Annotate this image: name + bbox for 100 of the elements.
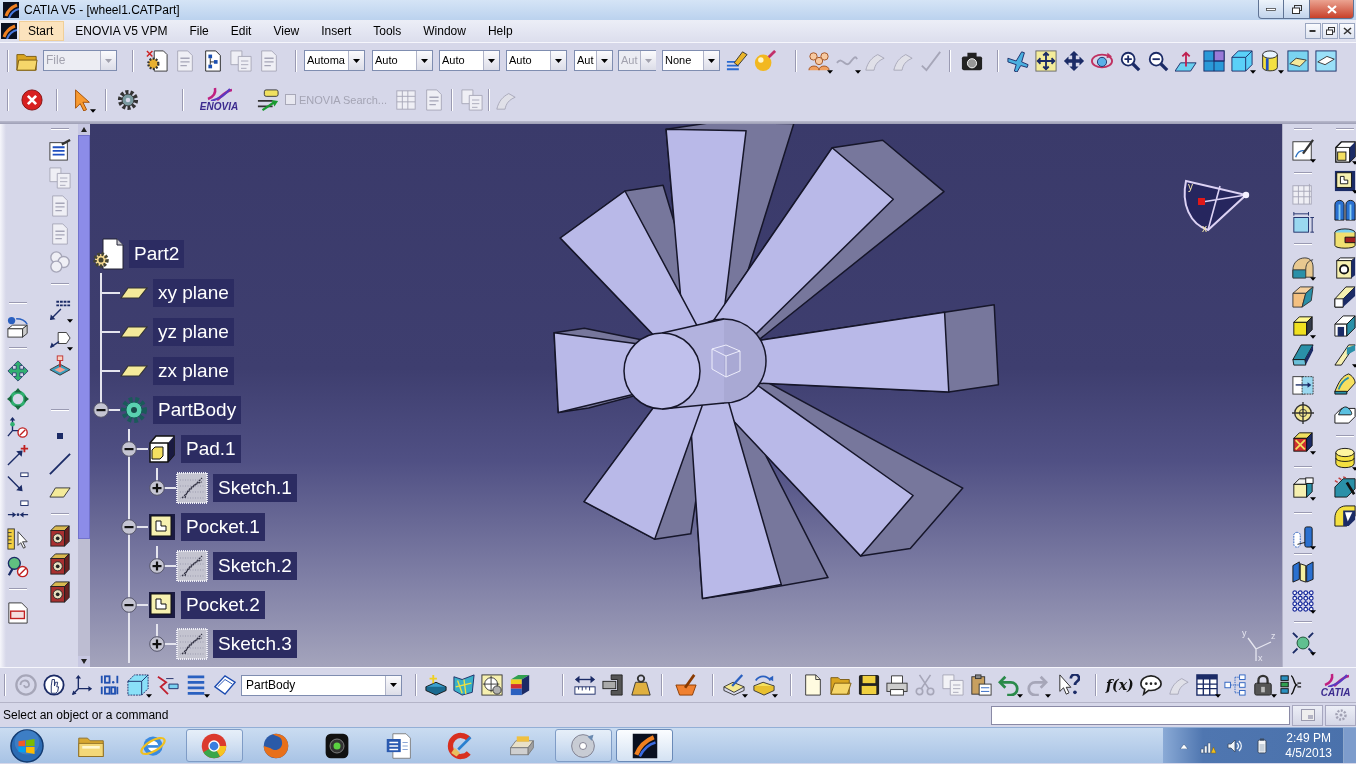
restore-button[interactable] [1322,23,1338,39]
plane-icon[interactable] [49,486,71,498]
line-icon[interactable] [49,453,71,475]
tree-item[interactable]: yz plane [153,317,234,346]
open-folder-icon[interactable] [830,674,852,696]
speech-bubble-icon[interactable] [1139,674,1162,696]
scroll-thumb[interactable] [78,135,90,539]
textured-solid-icon[interactable] [1334,475,1356,498]
rotate-box-icon[interactable] [7,316,29,338]
tree-item[interactable]: Sketch.3 [213,629,297,658]
pencil-page-icon[interactable] [1292,138,1314,161]
cylinders-icon[interactable] [1292,525,1314,548]
surface-icon[interactable] [453,674,475,696]
axis-icon[interactable] [7,416,29,438]
panels-icon[interactable] [1292,560,1314,583]
layers-icon[interactable] [1287,49,1309,72]
zigzag-arrow-icon[interactable] [157,674,179,696]
tree-item[interactable]: Part2 [129,239,185,268]
collapse-icon[interactable] [93,401,109,418]
menu-item[interactable]: File [180,21,220,41]
dimension-square-icon[interactable] [1292,211,1314,234]
x-box-icon[interactable] [1292,430,1314,453]
lens-box-icon[interactable] [49,525,71,547]
ramp-icon[interactable] [1334,285,1356,308]
channel-icon[interactable] [1334,314,1356,337]
dot-grid-icon[interactable] [1292,589,1314,612]
lens-box-icon[interactable] [49,581,71,603]
stacked-bars-icon[interactable] [509,674,531,696]
table-icon[interactable] [1195,674,1218,696]
cube-icon[interactable] [1231,49,1253,72]
magnifier-icon[interactable] [7,556,29,578]
rhombus-icon[interactable] [214,674,236,696]
menu-item[interactable]: Help [478,21,524,41]
page-icon[interactable] [802,674,824,696]
zoom-in-icon[interactable] [1119,49,1141,72]
printer-icon[interactable] [886,674,908,696]
floppy-icon[interactable] [858,674,880,696]
tree-item[interactable]: Pad.1 [181,434,241,463]
ruler-icon[interactable] [574,674,596,696]
lens-box-icon[interactable] [49,553,71,575]
diagram-page-icon[interactable] [202,49,224,72]
arrow-minus-icon[interactable] [7,472,29,494]
tree-item[interactable]: PartBody [153,395,242,424]
people-icon[interactable] [808,49,830,72]
command-field[interactable] [991,705,1290,725]
list-icon[interactable] [185,674,207,696]
gear-page-icon[interactable] [146,49,168,72]
clipboard-icon[interactable] [970,674,992,696]
speaker-icon[interactable] [1227,737,1244,754]
square-hole-icon[interactable] [1334,256,1356,279]
arrow-up-icon[interactable] [78,124,90,135]
curved-solid-icon[interactable] [1334,372,1356,395]
digits-icon[interactable] [99,674,121,696]
collapse-icon[interactable] [121,518,137,535]
dome-icon[interactable] [1292,256,1314,279]
dropdown[interactable]: PartBody [241,674,402,696]
target-icon[interactable] [1292,401,1314,424]
wedge-icon[interactable] [1292,285,1314,308]
block-icon[interactable] [1292,314,1314,337]
pen-book-icon[interactable] [723,674,745,696]
prism-icon[interactable] [1292,343,1314,366]
dropdown[interactable]: Auto [506,50,567,71]
axis-icon[interactable] [71,674,93,696]
tree-item[interactable]: Pocket.1 [181,512,265,541]
collapse-icon[interactable] [121,596,137,613]
menu-item[interactable]: Start [19,21,65,41]
text-arrow-icon[interactable] [49,299,71,321]
c-shape-icon[interactable] [1334,227,1356,250]
collapse-icon[interactable] [121,440,137,457]
rounded-solid-icon[interactable] [1334,504,1356,527]
restore-button[interactable] [1284,0,1310,19]
airplane-icon[interactable] [1007,49,1029,72]
rotate-arrows-icon[interactable] [7,388,29,410]
stamp-icon[interactable] [49,355,71,377]
target-page-icon[interactable] [481,674,503,696]
menu-item[interactable]: Window [414,21,477,41]
paintbrush-icon[interactable] [726,49,748,72]
chevron-up-icon[interactable] [1179,742,1190,749]
form-icon[interactable] [49,139,71,161]
tab-arrow-icon[interactable] [257,88,279,111]
block-icon[interactable] [1292,476,1314,499]
cylinder-icon[interactable] [1334,446,1356,469]
help-cursor-icon[interactable] [1058,674,1080,696]
tree-item[interactable]: Sketch.1 [213,473,297,502]
split-cylinder-icon[interactable] [1334,198,1356,221]
expand-icon[interactable] [149,557,165,574]
ruler-cursor-icon[interactable] [7,528,29,550]
sphere-arrows-icon[interactable] [1292,631,1314,654]
fit-all-icon[interactable] [1035,49,1057,72]
undo-icon[interactable] [998,674,1020,696]
menu-item[interactable]: Insert [312,21,363,41]
box-sparkle-icon[interactable] [425,674,447,696]
cylinder-icon[interactable] [1259,49,1281,72]
start-orb-icon[interactable] [7,728,47,763]
dropdown[interactable]: None [662,50,720,71]
slanted-bar-icon[interactable] [1334,343,1356,366]
menu-item[interactable]: View [264,21,311,41]
dropdown[interactable]: Auto [372,50,433,71]
plane-arrow-icon[interactable] [1175,49,1197,72]
taskbar-button[interactable] [616,729,673,762]
